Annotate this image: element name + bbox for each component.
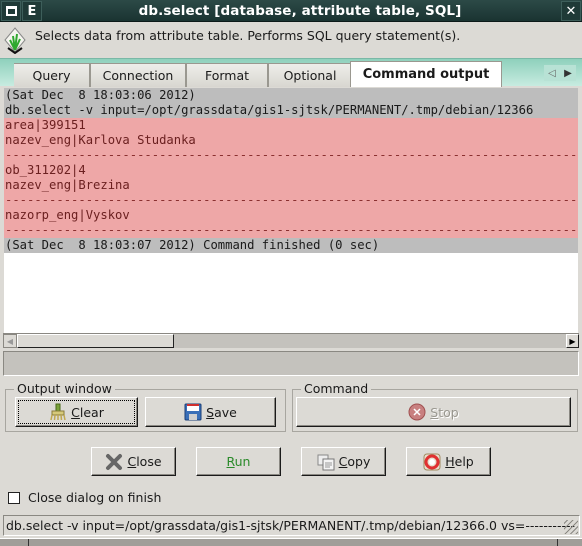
close-on-finish-checkbox[interactable] (8, 491, 20, 504)
tab-scroll-left-icon[interactable]: ◁ (548, 68, 556, 79)
output-line: (Sat Dec 8 18:03:06 2012) (4, 88, 578, 103)
copy-label: Copy (338, 454, 371, 469)
output-line: ob_311202|4 (4, 163, 578, 178)
arrow-right-icon: ▶ (569, 336, 576, 346)
window-menu-button[interactable] (1, 1, 21, 21)
output-line: nazorp_eng|Vyskov (4, 208, 578, 223)
e-button[interactable]: E (22, 1, 42, 21)
tab-command-output[interactable]: Command output (350, 61, 502, 87)
arrow-left-icon: ◀ (6, 336, 14, 346)
stop-icon (408, 403, 426, 421)
horizontal-scrollbar[interactable]: ◀ ▶ (3, 333, 579, 348)
grass-logo-icon (4, 27, 26, 54)
tab-label: Connection (102, 68, 174, 83)
tab-format[interactable]: Format (186, 63, 268, 87)
close-button[interactable]: Close (91, 447, 176, 476)
close-window-button[interactable]: ✕ (561, 1, 581, 21)
output-line: nazev_eng|Brezina (4, 178, 578, 193)
status-text: db.select -v input=/opt/grassdata/gis1-s… (6, 518, 575, 533)
output-line: (Sat Dec 8 18:03:07 2012) Command finish… (4, 238, 578, 253)
progress-bar (3, 351, 579, 376)
close-icon: ✕ (565, 3, 577, 19)
tab-connection[interactable]: Connection (90, 63, 186, 87)
tab-label: Format (204, 68, 250, 83)
output-separator: ----------------------------------------… (4, 223, 578, 238)
floppy-disk-icon (184, 403, 202, 421)
tab-scroll-arrows: ◁ ▶ (544, 65, 576, 81)
close-on-finish-label: Close dialog on finish (28, 490, 162, 505)
run-button[interactable]: Run (196, 447, 281, 476)
close-label: Close (127, 454, 162, 469)
taskbar (0, 538, 582, 546)
run-label: Run (226, 454, 251, 469)
stop-button[interactable]: Stop (296, 397, 571, 427)
resize-grip[interactable] (564, 520, 578, 534)
clear-label: Clear (71, 404, 104, 420)
scrollbar-thumb[interactable] (17, 334, 174, 348)
tab-label: Optional (283, 68, 337, 83)
tab-bar: Query Connection Format Optional Command… (0, 58, 582, 87)
help-button[interactable]: Help (406, 447, 491, 476)
output-window-label: Output window (14, 381, 115, 397)
status-bar: db.select -v input=/opt/grassdata/gis1-s… (3, 515, 580, 536)
help-label: Help (445, 454, 474, 469)
scroll-left-button[interactable]: ◀ (3, 334, 17, 348)
lifebuoy-icon (423, 453, 441, 470)
scroll-right-button[interactable]: ▶ (566, 334, 579, 348)
module-description: Selects data from attribute table. Perfo… (0, 22, 582, 57)
tab-scroll-right-icon[interactable]: ▶ (564, 68, 572, 79)
taskbar-divider (28, 539, 29, 546)
close-x-icon (106, 453, 123, 470)
output-line: db.select -v input=/opt/grassdata/gis1-s… (4, 103, 578, 118)
title-bar: E db.select [database, attribute table, … (0, 0, 582, 22)
tab-query[interactable]: Query (14, 63, 90, 87)
output-line: area|399151 (4, 118, 578, 133)
broom-icon (50, 403, 66, 421)
tab-label: Command output (362, 67, 490, 82)
stop-label: Stop (430, 404, 459, 420)
command-label: Command (301, 381, 372, 397)
window-icon (5, 6, 17, 16)
command-output-area[interactable]: (Sat Dec 8 18:03:06 2012) db.select -v in… (4, 88, 578, 333)
copy-button[interactable]: Copy (301, 447, 386, 476)
output-separator: ----------------------------------------… (4, 148, 578, 163)
taskbar-divider (557, 539, 558, 546)
output-separator: ----------------------------------------… (4, 193, 578, 208)
output-line: nazev_eng|Karlova Studanka (4, 133, 578, 148)
close-on-finish-row[interactable]: Close dialog on finish (8, 490, 161, 505)
window-title: db.select [database, attribute table, SQ… (138, 3, 462, 19)
copy-icon (317, 454, 335, 470)
description-text: Selects data from attribute table. Perfo… (35, 28, 461, 43)
save-button[interactable]: Save (145, 397, 276, 427)
tab-optional[interactable]: Optional (268, 63, 352, 87)
save-label: Save (206, 404, 237, 420)
tab-label: Query (32, 68, 71, 83)
clear-button[interactable]: Clear (15, 397, 138, 427)
